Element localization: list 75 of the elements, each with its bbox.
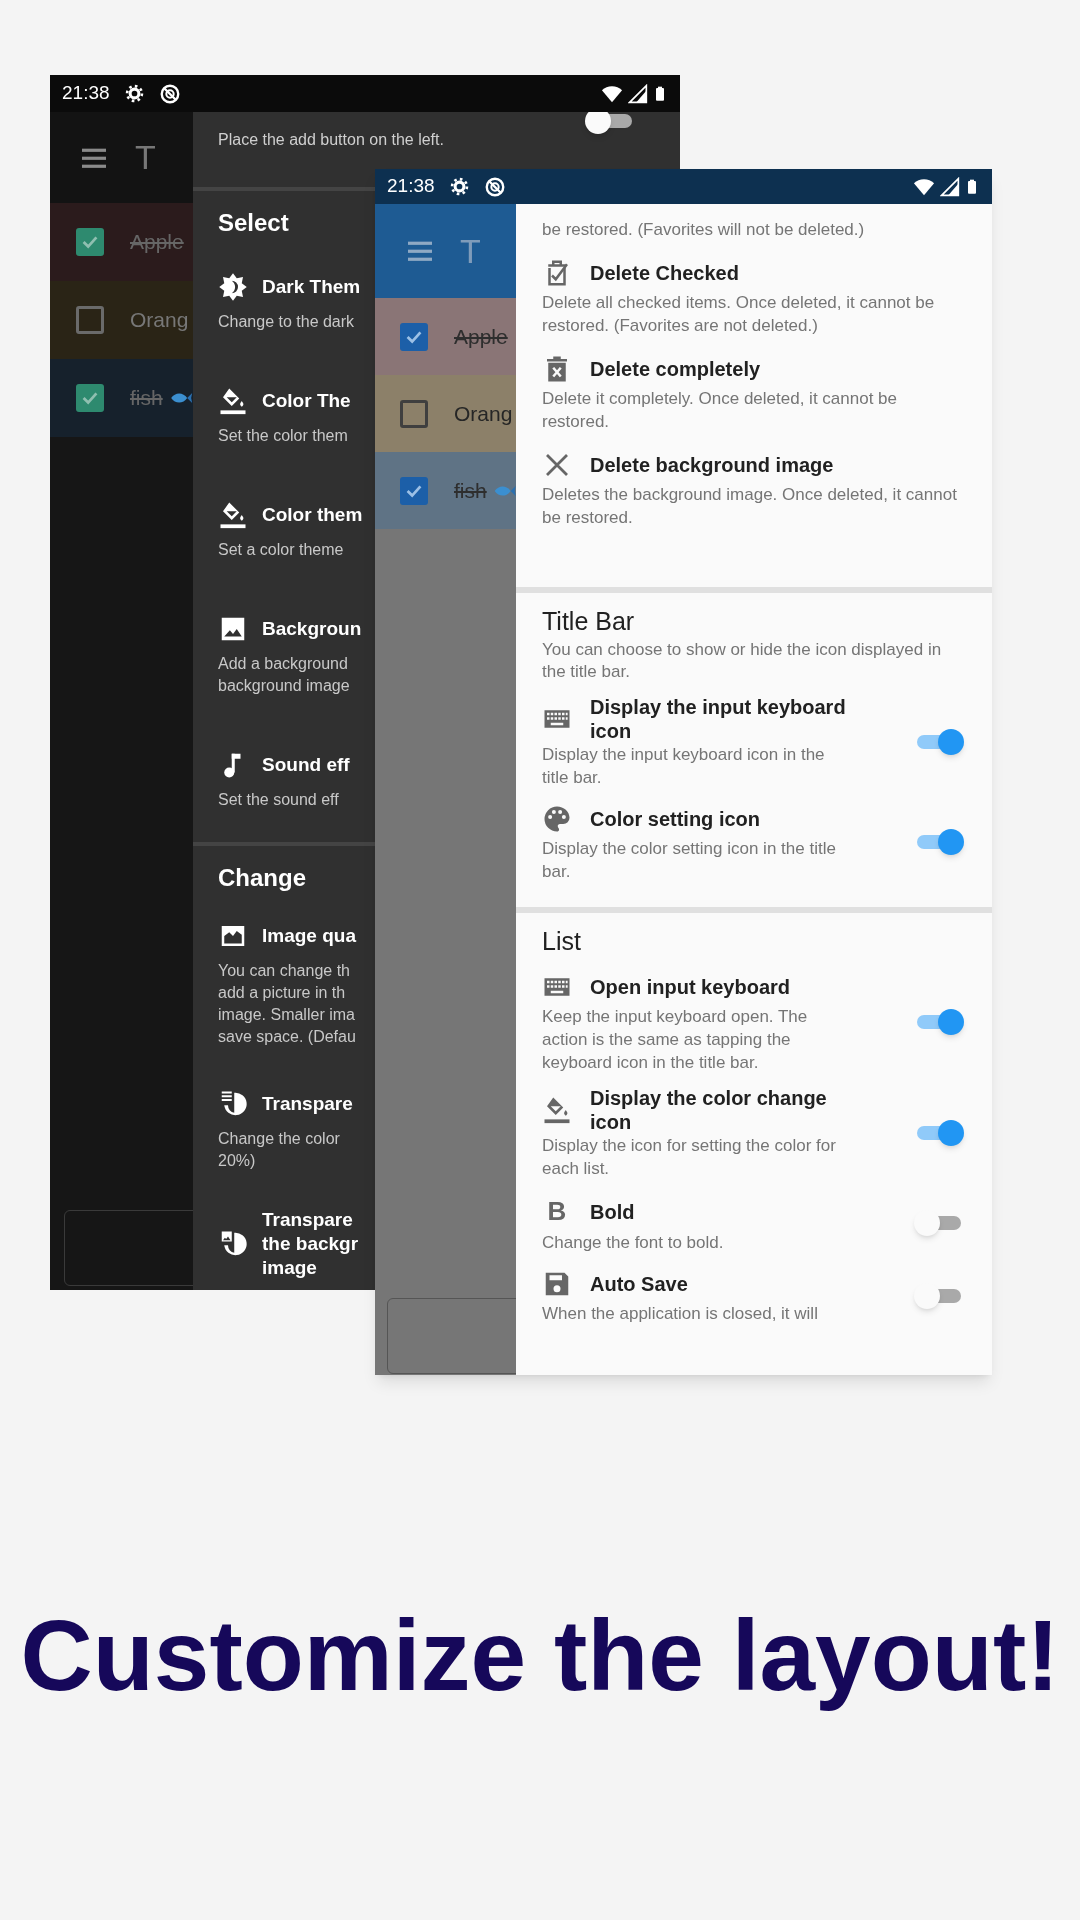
setting-description: Set the sound eff — [218, 790, 339, 810]
setting-description: Change to the dark — [218, 312, 355, 332]
caption: Customize the layout! — [20, 1598, 1060, 1713]
setting-description: Delete it completely. Once deleted, it cannot be restored. — [542, 388, 898, 433]
setting-title: Transpare — [262, 1092, 353, 1116]
circle-slash-icon — [483, 175, 506, 198]
list-row[interactable]: fish — [50, 359, 193, 437]
setting-description: Deletes the background image. Once deleted, it cannot be restored. — [542, 484, 958, 529]
setting-description: Keep the input keyboard open. The action is the same as tapping the keyboard icon in the title bar. — [542, 1006, 809, 1074]
settings-icon — [123, 83, 145, 104]
bold-icon: B — [542, 1192, 572, 1231]
checkbox[interactable] — [76, 384, 104, 412]
palette-icon — [542, 804, 572, 834]
list-item-text: Apple — [130, 229, 184, 256]
setting-title: Dark Them — [262, 275, 361, 299]
setting-title: Display the color change icon — [590, 1086, 828, 1134]
setting-title: Delete Checked — [590, 261, 739, 285]
list-item-text: fish — [130, 385, 163, 412]
setting-description: Change the color 20%) — [218, 1129, 340, 1171]
setting-description: Display the input keyboard icon in the title bar. — [542, 744, 826, 789]
settings-icon — [448, 176, 470, 197]
list-item-text: Apple — [454, 323, 508, 350]
setting-title: Transpare the backgr image — [262, 1208, 359, 1280]
setting-description: Add a background background image — [218, 654, 350, 696]
app-title: T — [135, 137, 156, 178]
setting-description: Set a color theme — [218, 540, 344, 560]
app-title: T — [460, 230, 481, 272]
checkbox[interactable] — [400, 476, 428, 505]
paint-bucket-icon — [542, 1095, 572, 1125]
setting-title: Delete background image — [590, 453, 834, 477]
setting-description: When the application is closed, it will — [542, 1303, 819, 1325]
setting-title: Image qua — [262, 924, 356, 948]
setting-description: You can change th add a picture in th image. Smaller ima save space. (Defau — [218, 961, 356, 1047]
list-row[interactable]: Apple — [50, 203, 193, 281]
list-row[interactable]: Apple — [375, 298, 516, 375]
list-item-text: fish — [454, 477, 487, 504]
checkbox[interactable] — [76, 228, 104, 256]
section-heading: Change — [218, 863, 306, 893]
setting-title: Color setting icon — [590, 807, 760, 831]
setting-title: Display the input keyboard icon — [590, 695, 847, 743]
setting-description: Display the icon for setting the color for each list. — [542, 1135, 837, 1180]
section-heading: Title Bar — [542, 606, 636, 637]
setting-title: Color them — [262, 503, 363, 527]
paint-bucket-icon — [218, 386, 248, 416]
setting-description: Delete all checked items. Once deleted, it cannot be restored. (Favorites are not deleted.) — [542, 292, 936, 337]
section-heading: Select — [218, 208, 289, 238]
setting-title: Delete completely — [590, 357, 761, 381]
signal-icon — [628, 83, 648, 104]
list-row[interactable]: Orang — [50, 281, 193, 359]
setting-title: Open input keyboard — [590, 975, 791, 999]
setting-title: Auto Save — [590, 1272, 688, 1296]
section-heading: List — [542, 926, 582, 957]
setting-title: Sound eff — [262, 753, 350, 777]
setting-description: be restored. (Favorites will not be deleted.) — [541, 219, 866, 241]
setting-description: Place the add button on the left. — [218, 130, 444, 150]
checkbox[interactable] — [400, 399, 428, 428]
setting-title: Bold — [590, 1199, 635, 1224]
list-row[interactable]: fish — [375, 452, 516, 529]
signal-icon — [940, 176, 960, 197]
setting-description: Display the color setting icon in the title bar. — [542, 838, 837, 883]
status-time: 21:38 — [62, 81, 110, 106]
section-description: You can choose to show or hide the icon displayed in the title bar. — [542, 639, 943, 683]
sun-moon-icon — [218, 272, 248, 302]
setting-title: Backgroun — [262, 617, 362, 641]
setting-title: Color The — [262, 389, 351, 413]
paint-bucket-icon — [218, 500, 248, 530]
checkbox[interactable] — [76, 306, 104, 334]
circle-slash-icon — [158, 82, 181, 105]
setting-description: Change the font to bold. — [542, 1232, 725, 1254]
setting-description: Set the color them — [218, 426, 348, 446]
list-item-text: Orang — [454, 400, 513, 427]
list-row[interactable]: Orang — [375, 375, 516, 452]
list-item-text: Orang — [130, 307, 189, 334]
status-time: 21:38 — [387, 174, 435, 199]
checkbox[interactable] — [400, 322, 428, 351]
